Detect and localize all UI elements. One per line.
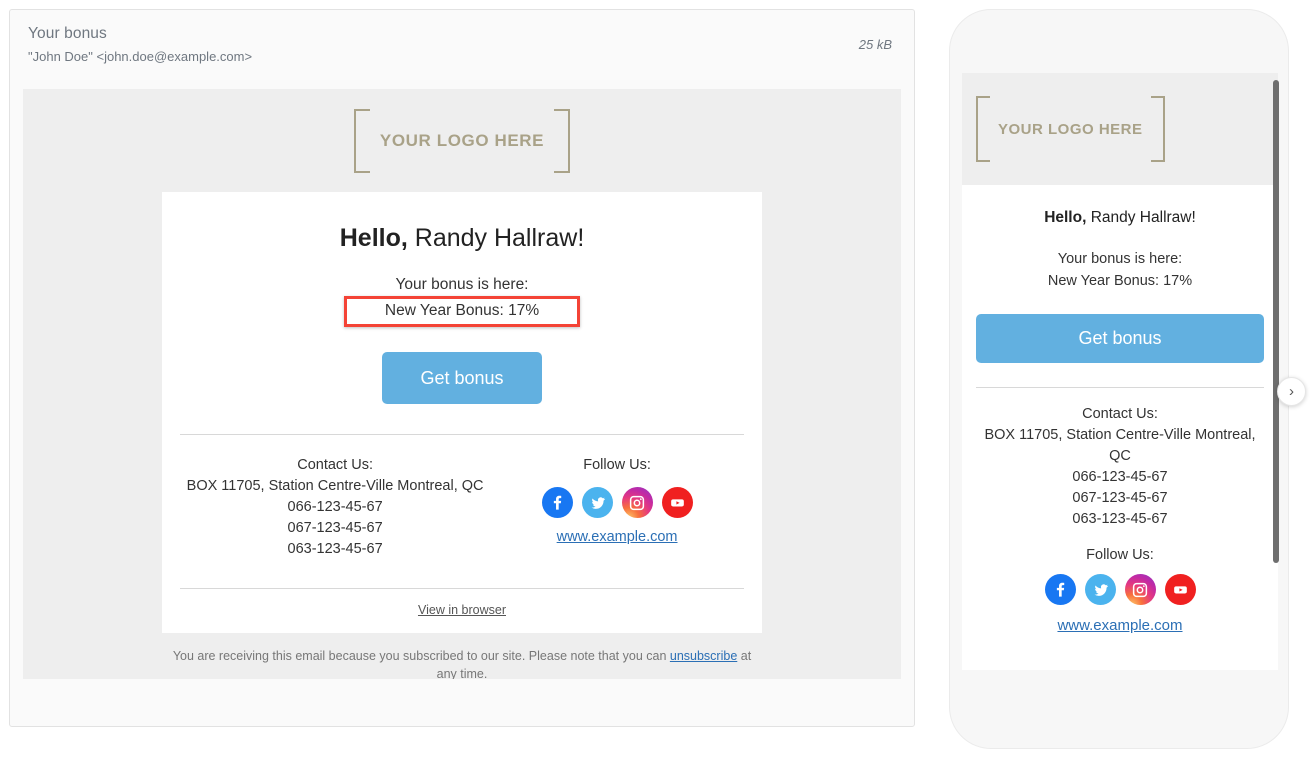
bonus-label: Your bonus is here:	[395, 276, 529, 293]
mobile-logo-area: YOUR LOGO HERE	[962, 73, 1278, 185]
email-content: Hello, Randy Hallraw! Your bonus is here…	[162, 192, 762, 633]
email-subject: Your bonus	[28, 25, 107, 42]
follow-title: Follow Us:	[583, 457, 651, 473]
mobile-contact-column: Contact Us: BOX 11705, Station Centre-Vi…	[976, 388, 1264, 530]
mobile-website-link[interactable]: www.example.com	[976, 617, 1264, 634]
mobile-content: Hello, Randy Hallraw! Your bonus is here…	[962, 185, 1278, 634]
mobile-logo-text: YOUR LOGO HERE	[998, 120, 1143, 138]
mobile-twitter-icon[interactable]	[1084, 574, 1116, 605]
footer-columns: Contact Us: BOX 11705, Station Centre-Vi…	[180, 435, 744, 560]
bonus-value-row: New Year Bonus: 17%	[180, 296, 744, 327]
mobile-greeting-name: Randy Hallraw!	[1086, 209, 1196, 226]
contact-title: Contact Us:	[297, 457, 373, 473]
contact-address: BOX 11705, Station Centre-Ville Montreal…	[186, 478, 484, 494]
mobile-follow-title: Follow Us:	[1086, 547, 1154, 563]
next-arrow-button[interactable]: ›	[1277, 377, 1306, 406]
mobile-get-bonus-button[interactable]: Get bonus	[976, 314, 1264, 363]
greeting-bold: Hello,	[339, 224, 408, 252]
mobile-bonus-value: New Year Bonus: 17%	[1047, 273, 1193, 289]
mobile-contact-phone-1: 066-123-45-67	[1072, 469, 1168, 485]
contact-phone-2: 067-123-45-67	[287, 520, 383, 536]
mobile-logo-placeholder-icon: YOUR LOGO HERE	[976, 96, 1165, 162]
facebook-icon[interactable]	[541, 487, 573, 518]
twitter-icon[interactable]	[581, 487, 613, 518]
bonus-value-highlight: New Year Bonus: 17%	[343, 296, 581, 327]
social-links	[490, 487, 744, 518]
email-header: Your bonus "John Doe" <john.doe@example.…	[10, 10, 914, 80]
mobile-contact-address-line1: BOX 11705, Station Centre-Ville Montreal…	[984, 427, 1256, 443]
instagram-icon[interactable]	[621, 487, 653, 518]
email-sender: "John Doe" <john.doe@example.com>	[28, 49, 253, 64]
logo-text: YOUR LOGO HERE	[379, 130, 545, 150]
mobile-preview-frame: YOUR LOGO HERE Hello, Randy Hallraw! You…	[949, 9, 1289, 749]
view-in-browser-link[interactable]: View in browser	[180, 589, 744, 633]
contact-column: Contact Us: BOX 11705, Station Centre-Vi…	[180, 455, 490, 560]
email-preview-screen: Your bonus "John Doe" <john.doe@example.…	[0, 0, 1311, 763]
mobile-greeting: Hello, Randy Hallraw!	[976, 209, 1264, 227]
youtube-icon[interactable]	[661, 487, 693, 518]
mobile-instagram-icon[interactable]	[1124, 574, 1156, 605]
mobile-contact-address-line2: QC	[1109, 448, 1131, 464]
mobile-bonus-label: Your bonus is here:	[1057, 251, 1183, 267]
unsubscribe-link[interactable]: unsubscribe	[670, 649, 737, 663]
mobile-social-links	[976, 574, 1264, 605]
greeting-name: Randy Hallraw!	[407, 224, 585, 252]
disclaimer-text: You are receiving this email because you…	[162, 647, 762, 679]
email-preview-card: Your bonus "John Doe" <john.doe@example.…	[9, 9, 915, 727]
cta-row: Get bonus	[180, 352, 744, 404]
mobile-contact-title: Contact Us:	[1082, 406, 1158, 422]
email-body: YOUR LOGO HERE Hello, Randy Hallraw! You…	[23, 89, 901, 679]
logo-area: YOUR LOGO HERE	[23, 89, 901, 192]
website-link[interactable]: www.example.com	[490, 529, 744, 545]
email-size-label: 25 kB	[858, 37, 892, 52]
greeting: Hello, Randy Hallraw!	[180, 222, 744, 254]
get-bonus-button[interactable]: Get bonus	[382, 352, 542, 404]
follow-column: Follow Us: www.example.com	[490, 455, 744, 560]
logo-placeholder-icon: YOUR LOGO HERE	[353, 108, 571, 173]
contact-phone-3: 063-123-45-67	[287, 541, 383, 557]
disclaimer-before: You are receiving this email because you…	[172, 649, 670, 663]
mobile-scrollbar[interactable]	[1273, 80, 1279, 563]
mobile-greeting-bold: Hello,	[1044, 209, 1087, 226]
contact-phone-1: 066-123-45-67	[287, 499, 383, 515]
mobile-facebook-icon[interactable]	[1044, 574, 1076, 605]
mobile-youtube-icon[interactable]	[1164, 574, 1196, 605]
mobile-contact-phone-3: 063-123-45-67	[1072, 511, 1168, 527]
mobile-preview-screen: YOUR LOGO HERE Hello, Randy Hallraw! You…	[962, 73, 1278, 670]
mobile-contact-phone-2: 067-123-45-67	[1072, 490, 1168, 506]
